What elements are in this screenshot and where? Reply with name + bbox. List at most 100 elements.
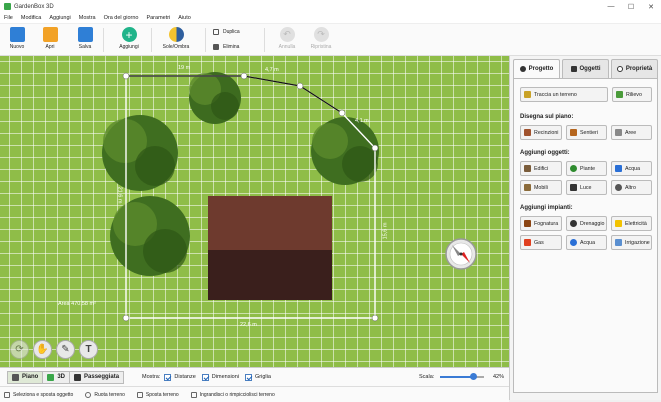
zoom-value: 42% bbox=[493, 374, 505, 380]
sun-shade-icon bbox=[168, 27, 184, 42]
add-button[interactable]: + Aggiungi bbox=[114, 27, 144, 50]
tab-oggetti[interactable]: Oggetti bbox=[562, 59, 609, 78]
flame-icon bbox=[524, 239, 531, 246]
tab-progetto[interactable]: Progetto bbox=[513, 59, 560, 78]
menu-parametri[interactable]: Parametri bbox=[146, 15, 170, 21]
tree-top[interactable] bbox=[189, 72, 241, 124]
measure-top-left: 19 m bbox=[178, 65, 191, 71]
right-panel: Progetto Oggetti Proprietà Traccia un te… bbox=[509, 56, 661, 400]
zoom-slider-thumb[interactable] bbox=[469, 373, 477, 380]
open-button[interactable]: Apri bbox=[35, 27, 65, 50]
paths-button[interactable]: Sentieri bbox=[566, 125, 607, 140]
view-3d-button[interactable]: 3D bbox=[42, 370, 71, 384]
3d-icon bbox=[47, 373, 55, 381]
menu-aiuto[interactable]: Aiuto bbox=[178, 15, 191, 21]
close-button[interactable]: ✕ bbox=[641, 0, 661, 13]
new-file-icon bbox=[9, 27, 25, 42]
lamp-icon bbox=[570, 184, 577, 191]
status-move: Sposta terreno bbox=[136, 391, 179, 398]
measure-bottom: 22,6 m bbox=[240, 322, 257, 328]
window-title: GardenBox 3D bbox=[14, 3, 54, 10]
house[interactable] bbox=[208, 196, 332, 300]
water-button[interactable]: Acqua bbox=[611, 161, 652, 176]
lightning-icon bbox=[615, 220, 622, 227]
tree-left-upper[interactable] bbox=[102, 115, 178, 191]
undo-icon: ↶ bbox=[279, 27, 295, 42]
hand-tool-icon[interactable]: ✋ bbox=[33, 340, 52, 359]
redo-button[interactable]: ↷ Ripristina bbox=[306, 27, 336, 50]
other-button[interactable]: Altro bbox=[611, 180, 652, 195]
rotate-icon bbox=[85, 391, 92, 398]
plants-button[interactable]: Piante bbox=[566, 161, 607, 176]
menu-file[interactable]: File bbox=[4, 15, 13, 21]
maximize-button[interactable]: ☐ bbox=[621, 0, 641, 13]
save-icon bbox=[77, 27, 93, 42]
new-button[interactable]: Nuovo bbox=[2, 27, 32, 50]
tree-icon bbox=[570, 165, 577, 172]
sun-shade-button[interactable]: Sole/Ombra bbox=[161, 27, 191, 50]
properties-icon bbox=[616, 66, 623, 72]
app-logo-icon bbox=[4, 3, 11, 10]
duplicate-icon bbox=[213, 29, 219, 35]
layers-icon bbox=[570, 66, 577, 72]
walk-icon bbox=[74, 373, 82, 381]
measure-diag: 4,1 m bbox=[355, 118, 369, 124]
distances-checkbox[interactable]: Distanze bbox=[164, 373, 196, 381]
fences-button[interactable]: Recinzioni bbox=[520, 125, 562, 140]
text-tool-icon[interactable]: T bbox=[79, 340, 98, 359]
chair-icon bbox=[524, 184, 531, 191]
relief-icon bbox=[616, 91, 623, 98]
drainage-button[interactable]: Drenaggio bbox=[566, 216, 607, 231]
gas-button[interactable]: Gas bbox=[520, 235, 562, 250]
menu-mostra[interactable]: Mostra bbox=[79, 15, 96, 21]
save-button[interactable]: Salva bbox=[70, 27, 100, 50]
relief-button[interactable]: Rilievo bbox=[612, 87, 652, 102]
pencil-tool-icon[interactable]: ✎ bbox=[56, 340, 75, 359]
duplicate-button[interactable]: Duplica bbox=[213, 29, 240, 35]
measure-top-mid: 4,7 m bbox=[265, 67, 279, 73]
minimize-button[interactable]: — bbox=[601, 0, 621, 13]
tab-proprieta[interactable]: Proprietà bbox=[611, 59, 658, 78]
sewer-button[interactable]: Fognatura bbox=[520, 216, 562, 231]
compass-icon[interactable] bbox=[441, 234, 481, 274]
sprinkler-icon bbox=[615, 239, 622, 246]
dimensions-checkbox[interactable]: Dimensioni bbox=[201, 373, 239, 381]
area-label: Area 470,58 m² bbox=[58, 301, 96, 307]
tree-left-lower[interactable] bbox=[110, 196, 190, 276]
drain-icon bbox=[570, 220, 577, 227]
lights-button[interactable]: Luce bbox=[566, 180, 607, 195]
zoom-slider-track[interactable] bbox=[440, 376, 473, 378]
building-icon bbox=[524, 165, 531, 172]
path-icon bbox=[570, 129, 577, 136]
menu-ora-del-giorno[interactable]: Ora del giorno bbox=[104, 15, 139, 21]
other-icon bbox=[615, 184, 622, 191]
measure-right: 15,6 m bbox=[382, 222, 389, 240]
toolbar: Nuovo Apri Salva + Aggiungi Sole/Ombra D… bbox=[0, 23, 661, 56]
irrigation-button[interactable]: Irrigazione bbox=[611, 235, 652, 250]
menu-modifica[interactable]: Modifica bbox=[21, 15, 41, 21]
project-icon bbox=[519, 66, 526, 72]
garden-plan bbox=[102, 72, 379, 322]
tree-right[interactable] bbox=[311, 117, 379, 185]
water-supply-button[interactable]: Acqua bbox=[566, 235, 607, 250]
move-icon bbox=[136, 391, 143, 398]
status-bar: Seleziona e sposta oggetto Ruota terreno… bbox=[0, 386, 509, 402]
rotate-tool-icon[interactable]: ⟳ bbox=[10, 340, 29, 359]
status-select: Seleziona e sposta oggetto bbox=[4, 391, 73, 398]
buildings-button[interactable]: Edifici bbox=[520, 161, 562, 176]
area-icon bbox=[615, 129, 622, 136]
delete-button[interactable]: Elimina bbox=[213, 44, 239, 50]
trace-terrain-button[interactable]: Traccia un terreno bbox=[520, 87, 608, 102]
plus-icon: + bbox=[121, 27, 137, 42]
furniture-button[interactable]: Mobili bbox=[520, 180, 562, 195]
view-walk-button[interactable]: Passeggiata bbox=[69, 370, 125, 384]
grid-checkbox[interactable]: Griglia bbox=[245, 373, 271, 381]
garden-canvas[interactable]: 19 m 4,7 m 4,1 m 21,6 m 15,6 m 22,6 m Ar… bbox=[0, 56, 509, 367]
undo-button[interactable]: ↶ Annulla bbox=[272, 27, 302, 50]
electricity-button[interactable]: Elettricità bbox=[611, 216, 652, 231]
menu-aggiungi[interactable]: Aggiungi bbox=[49, 15, 70, 21]
areas-button[interactable]: Aree bbox=[611, 125, 652, 140]
view-plan-button[interactable]: Piano bbox=[7, 370, 44, 384]
show-label: Mostra: bbox=[142, 374, 161, 380]
scale-label: Scala: bbox=[419, 374, 435, 380]
